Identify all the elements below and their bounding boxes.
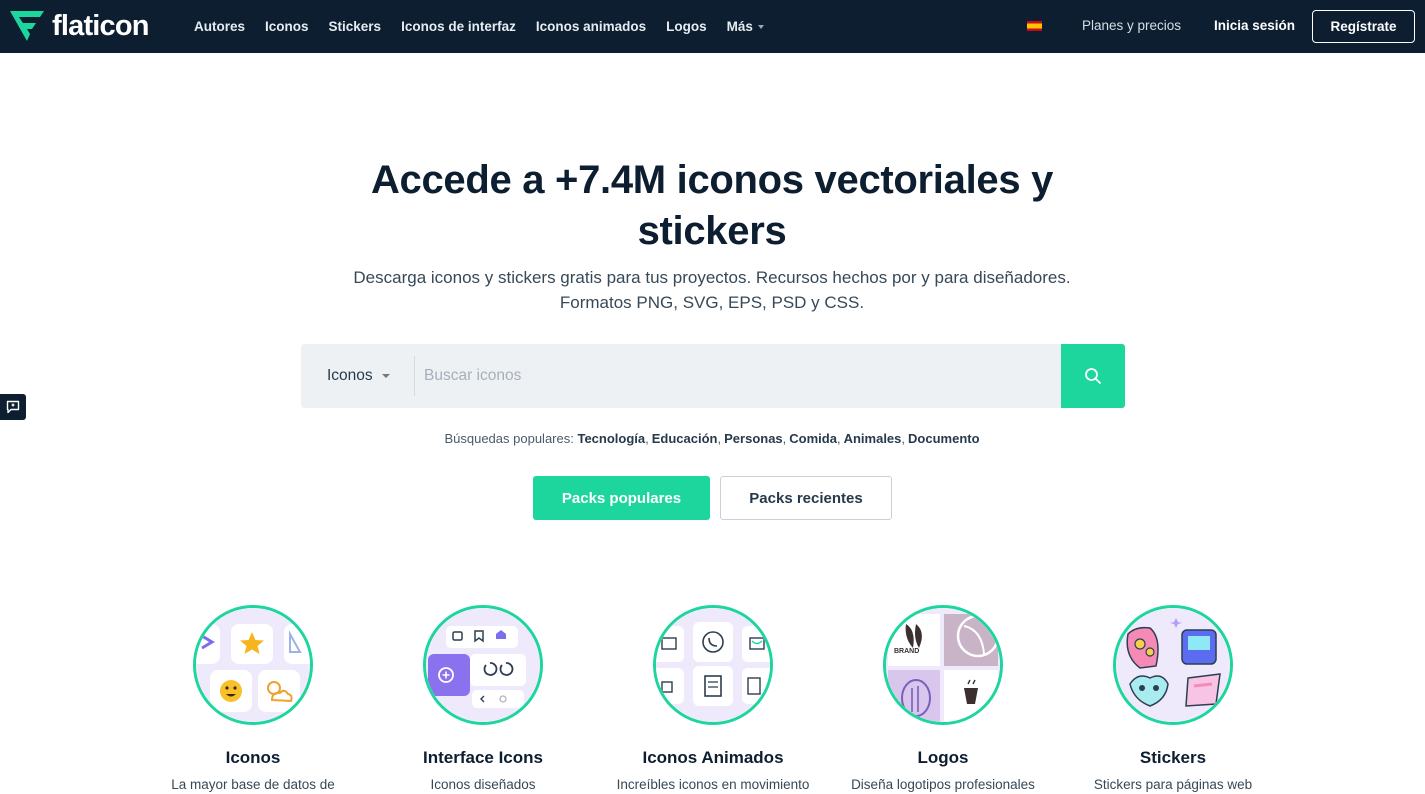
top-navbar: flaticon Autores Iconos Stickers Iconos … <box>0 0 1425 53</box>
nav-stickers[interactable]: Stickers <box>329 19 382 34</box>
hero-subtitle-line2: Formatos PNG, SVG, EPS, PSD y CSS. <box>559 293 865 312</box>
popular-term-documento[interactable]: Documento <box>908 431 980 446</box>
popular-term-educacion[interactable]: Educación <box>652 431 718 446</box>
category-title: Interface Icons <box>423 748 543 767</box>
nav-mas-dropdown[interactable]: Más <box>727 19 764 34</box>
search-bar: Iconos <box>301 344 1125 408</box>
category-iconos[interactable]: Iconos La mayor base de datos de <box>143 605 363 794</box>
register-button[interactable]: Regístrate <box>1312 10 1415 43</box>
popular-searches: Búsquedas populares: Tecnología, Educació… <box>444 431 980 446</box>
search-type-dropdown[interactable]: Iconos <box>301 344 414 408</box>
hero-title-line1: Accede a +7.4M iconos vectoriales y <box>370 158 1054 202</box>
logo-brand-text: BRAND <box>894 648 920 655</box>
icon-collection-icon <box>196 608 310 722</box>
recent-packs-button[interactable]: Packs recientes <box>720 476 892 520</box>
iconos-illustration <box>193 605 313 725</box>
category-logos[interactable]: BRAND Logos Diseña logotipos profesional… <box>833 605 1053 794</box>
search-icon <box>1085 368 1101 384</box>
feedback-chat-icon <box>6 400 20 414</box>
login-link[interactable]: Inicia sesión <box>1214 18 1295 33</box>
category-title: Logos <box>917 748 969 767</box>
category-desc: Stickers para páginas web <box>1093 777 1253 792</box>
search-type-label: Iconos <box>327 367 373 384</box>
search-input[interactable] <box>415 344 1061 408</box>
flaticon-logo-icon <box>10 11 44 41</box>
category-desc: La mayor base de datos de <box>171 777 335 792</box>
main-nav: Autores Iconos Stickers Iconos de interf… <box>194 0 784 53</box>
feedback-button[interactable] <box>0 394 26 420</box>
flaticon-logo[interactable]: flaticon <box>10 10 150 42</box>
hero-subtitle-line1: Descarga iconos y stickers gratis para t… <box>353 268 1071 287</box>
category-title: Iconos <box>225 748 281 767</box>
nav-iconos-animados[interactable]: Iconos animados <box>536 19 646 34</box>
chevron-down-icon <box>757 25 764 30</box>
chevron-down-icon <box>381 374 390 378</box>
category-desc: Increíbles iconos en movimiento <box>616 777 810 792</box>
animated-icons-icon <box>656 608 770 722</box>
pricing-link[interactable]: Planes y precios <box>1082 18 1181 33</box>
category-iconos-animados[interactable]: Iconos Animados Increíbles iconos en mov… <box>603 605 823 794</box>
popular-packs-button[interactable]: Packs populares <box>533 476 710 520</box>
popular-term-tecnologia[interactable]: Tecnología <box>577 431 645 446</box>
popular-term-comida[interactable]: Comida <box>789 431 837 446</box>
category-title: Stickers <box>1139 748 1207 767</box>
logos-illustration: BRAND <box>883 605 1003 725</box>
stickers-illustration <box>1113 605 1233 725</box>
iconos-animados-illustration <box>653 605 773 725</box>
logo-samples-icon <box>886 608 1000 722</box>
nav-autores[interactable]: Autores <box>194 19 245 34</box>
category-title: Iconos Animados <box>642 748 784 767</box>
logo-text: flaticon <box>52 10 150 42</box>
search-button[interactable] <box>1061 344 1125 408</box>
hero-title: Accede a +7.4M iconos vectoriales y stic… <box>312 155 1112 257</box>
popular-term-animales[interactable]: Animales <box>844 431 902 446</box>
hero-title-line2: stickers <box>637 209 787 253</box>
spain-flag-icon[interactable] <box>1027 21 1042 31</box>
popular-term-personas[interactable]: Personas <box>724 431 783 446</box>
interface-icons-illustration <box>423 605 543 725</box>
category-desc: Diseña logotipos profesionales <box>851 777 1035 792</box>
stickers-icon <box>1116 608 1230 722</box>
category-stickers[interactable]: Stickers Stickers para páginas web <box>1063 605 1283 794</box>
nav-iconos-interfaz[interactable]: Iconos de interfaz <box>401 19 516 34</box>
category-desc: Iconos diseñados <box>430 777 536 792</box>
nav-iconos[interactable]: Iconos <box>265 19 309 34</box>
popular-searches-label: Búsquedas populares: <box>444 431 574 446</box>
nav-logos[interactable]: Logos <box>666 19 707 34</box>
hero-subtitle: Descarga iconos y stickers gratis para t… <box>312 265 1112 315</box>
interface-ui-icon <box>426 608 540 722</box>
category-interface-icons[interactable]: Interface Icons Iconos diseñados <box>373 605 593 794</box>
nav-mas-label: Más <box>726 19 753 34</box>
